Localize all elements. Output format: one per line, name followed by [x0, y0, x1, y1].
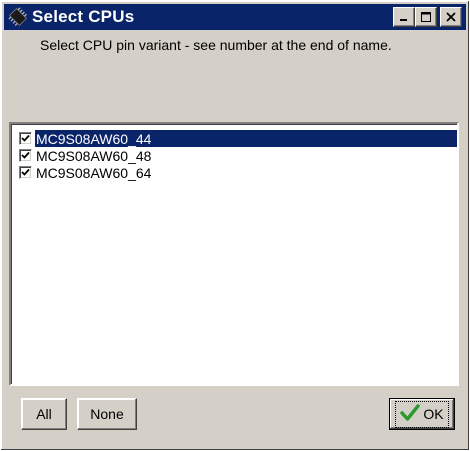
none-button[interactable]: None — [77, 398, 137, 430]
list-item[interactable]: MC9S08AW60_48 — [19, 147, 457, 164]
check-mark-icon — [21, 130, 30, 148]
checkbox[interactable] — [19, 132, 32, 145]
ok-label: OK — [423, 406, 444, 422]
check-mark-icon — [21, 147, 30, 165]
item-label: MC9S08AW60_64 — [36, 164, 152, 181]
close-button[interactable] — [440, 7, 462, 27]
ok-button[interactable]: OK — [389, 398, 455, 430]
window-title: Select CPUs — [32, 7, 135, 26]
item-label-wrap: MC9S08AW60_64 — [35, 164, 457, 181]
close-icon — [446, 12, 456, 22]
minimize-icon — [399, 12, 409, 22]
item-label: MC9S08AW60_48 — [36, 147, 152, 164]
instruction-text: Select CPU pin variant - see number at t… — [40, 37, 392, 53]
checkmark-icon — [400, 403, 421, 425]
maximize-button[interactable] — [415, 7, 437, 27]
ok-focus-ring: OK — [395, 400, 449, 428]
minimize-button[interactable] — [393, 7, 415, 27]
checkbox[interactable] — [19, 149, 32, 162]
list-item[interactable]: MC9S08AW60_64 — [19, 164, 457, 181]
window-controls — [393, 7, 462, 27]
select-cpus-dialog: Select CPUs Select CPU pin variant - see… — [0, 0, 470, 451]
check-mark-icon — [21, 164, 30, 182]
chip-icon — [8, 7, 28, 27]
checkbox[interactable] — [19, 166, 32, 179]
cpu-listbox[interactable]: MC9S08AW60_44 MC9S08AW60_48 MC9S08AW60_6… — [9, 122, 459, 386]
item-label-wrap: MC9S08AW60_44 — [35, 130, 457, 147]
item-label: MC9S08AW60_44 — [36, 130, 152, 147]
all-button[interactable]: All — [21, 398, 67, 430]
title-bar[interactable]: Select CPUs — [4, 4, 466, 30]
maximize-icon — [421, 12, 431, 22]
item-label-wrap: MC9S08AW60_48 — [35, 147, 457, 164]
list-item[interactable]: MC9S08AW60_44 — [19, 130, 457, 147]
